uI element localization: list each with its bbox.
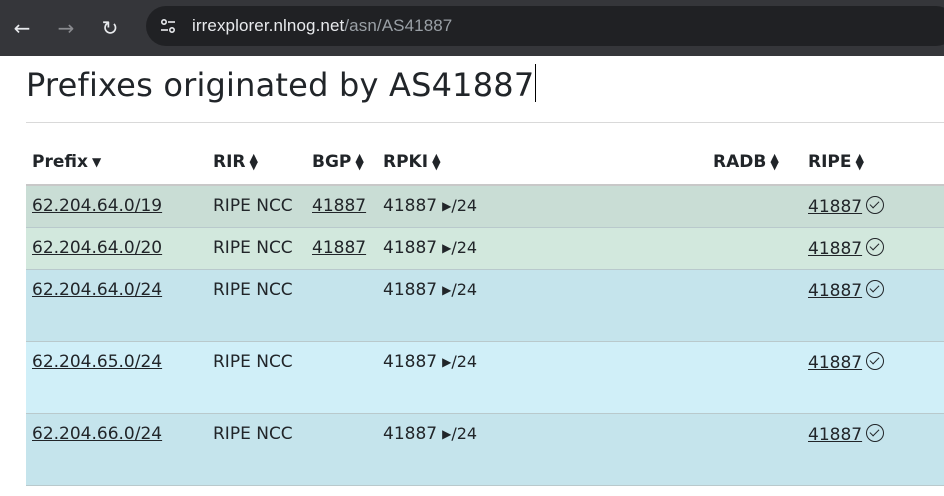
ripe-cell[interactable]: 41887 [808, 424, 885, 445]
rpki-asn: 41887 [383, 280, 438, 300]
check-circle-icon [866, 238, 885, 256]
header-rir[interactable]: RIR ▲ ▼ [213, 152, 258, 172]
header-rpki[interactable]: RPKI ▲ ▼ [383, 152, 441, 172]
expand-arrow-icon[interactable]: ▶ [442, 283, 451, 297]
ripe-link[interactable]: 41887 [808, 197, 862, 217]
ripe-cell[interactable]: 41887 [808, 196, 885, 217]
site-settings-icon[interactable] [154, 12, 182, 40]
rpki-max-length: /24 [451, 196, 478, 215]
rpki-cell[interactable]: 41887 ▶/24 [383, 352, 477, 372]
rpki-asn: 41887 [383, 424, 438, 444]
rir-cell: RIPE NCC [213, 196, 293, 216]
back-arrow-icon: ← [13, 16, 31, 40]
text-cursor [535, 64, 537, 102]
table-row: 62.204.65.0/24 RIPE NCC 41887 ▶/24 41887 [26, 342, 944, 414]
reload-button[interactable]: ↻ [88, 6, 132, 50]
prefix-link[interactable]: 62.204.64.0/24 [32, 280, 162, 300]
check-circle-icon [866, 424, 885, 442]
rir-cell: RIPE NCC [213, 280, 293, 300]
check-circle-icon [866, 280, 885, 298]
rpki-cell[interactable]: 41887 ▶/24 [383, 238, 477, 258]
rpki-max-length: /24 [451, 238, 478, 257]
header-rir-label: RIR [213, 152, 246, 172]
expand-arrow-icon[interactable]: ▶ [442, 241, 451, 255]
sort-icon[interactable]: ▲ ▼ [856, 152, 864, 171]
sort-icon[interactable]: ▲ ▼ [432, 152, 440, 171]
header-radb[interactable]: RADB ▲ ▼ [713, 152, 779, 172]
divider [26, 122, 944, 123]
address-bar[interactable]: irrexplorer.nlnog.net/asn/AS41887 [146, 6, 944, 46]
expand-arrow-icon[interactable]: ▶ [442, 199, 451, 213]
rpki-max-length: /24 [451, 280, 478, 299]
ripe-cell[interactable]: 41887 [808, 280, 885, 301]
header-ripe-label: RIPE [808, 152, 852, 172]
sort-icon[interactable]: ▲ ▼ [770, 152, 778, 171]
reload-icon: ↻ [101, 16, 119, 40]
ripe-link[interactable]: 41887 [808, 281, 862, 301]
rir-cell: RIPE NCC [213, 424, 293, 444]
prefix-link[interactable]: 62.204.64.0/20 [32, 238, 162, 258]
browser-toolbar: ← → ↻ irrexplorer.nlnog.net/asn/AS41887 [0, 0, 944, 56]
rpki-cell[interactable]: 41887 ▶/24 [383, 424, 477, 444]
rpki-asn: 41887 [383, 196, 438, 216]
forward-button[interactable]: → [44, 6, 88, 50]
rpki-max-length: /24 [451, 424, 478, 443]
header-bgp-label: BGP [312, 152, 352, 172]
check-circle-icon [866, 196, 885, 214]
header-ripe[interactable]: RIPE ▲ ▼ [808, 152, 864, 172]
forward-arrow-icon: → [57, 16, 75, 40]
ripe-link[interactable]: 41887 [808, 239, 862, 259]
header-prefix[interactable]: Prefix ▼ [32, 152, 101, 172]
rir-cell: RIPE NCC [213, 238, 293, 258]
ripe-cell[interactable]: 41887 [808, 352, 885, 373]
url-text[interactable]: irrexplorer.nlnog.net/asn/AS41887 [192, 16, 452, 36]
table-row: 62.204.64.0/20 RIPE NCC 41887 41887 ▶/24 4188… [26, 228, 944, 270]
ripe-link[interactable]: 41887 [808, 353, 862, 373]
ripe-cell[interactable]: 41887 [808, 238, 885, 259]
page-title-text: Prefixes originated by AS41887 [26, 66, 535, 104]
page-title: Prefixes originated by AS41887 [26, 64, 537, 104]
bgp-link[interactable]: 41887 [312, 238, 366, 258]
prefix-table: Prefix ▼ RIR ▲ ▼ BGP ▲ ▼ RPKI ▲ ▼ RADB ▲ ▼ R… [26, 142, 944, 486]
prefix-link[interactable]: 62.204.65.0/24 [32, 352, 162, 372]
table-row: 62.204.64.0/24 RIPE NCC 41887 ▶/24 41887 [26, 270, 944, 342]
url-path: /asn/AS41887 [344, 16, 453, 35]
rpki-asn: 41887 [383, 238, 438, 258]
header-rpki-label: RPKI [383, 152, 429, 172]
prefix-link[interactable]: 62.204.64.0/19 [32, 196, 162, 216]
expand-arrow-icon[interactable]: ▶ [442, 427, 451, 441]
expand-arrow-icon[interactable]: ▶ [442, 355, 451, 369]
header-prefix-label: Prefix [32, 152, 88, 172]
url-host: irrexplorer.nlnog.net [192, 16, 345, 35]
rir-cell: RIPE NCC [213, 352, 293, 372]
header-radb-label: RADB [713, 152, 767, 172]
sort-desc-icon[interactable]: ▼ [92, 156, 101, 168]
bgp-link[interactable]: 41887 [312, 196, 366, 216]
rpki-cell[interactable]: 41887 ▶/24 [383, 196, 477, 216]
table-row: 62.204.66.0/24 RIPE NCC 41887 ▶/24 41887 [26, 414, 944, 486]
rpki-asn: 41887 [383, 352, 438, 372]
prefix-link[interactable]: 62.204.66.0/24 [32, 424, 162, 444]
rpki-cell[interactable]: 41887 ▶/24 [383, 280, 477, 300]
sort-icon[interactable]: ▲ ▼ [250, 152, 258, 171]
rpki-max-length: /24 [451, 352, 478, 371]
table-header: Prefix ▼ RIR ▲ ▼ BGP ▲ ▼ RPKI ▲ ▼ RADB ▲ ▼ R… [26, 142, 944, 186]
table-row: 62.204.64.0/19 RIPE NCC 41887 41887 ▶/24 4188… [26, 186, 944, 228]
sort-icon[interactable]: ▲ ▼ [355, 152, 363, 171]
header-bgp[interactable]: BGP ▲ ▼ [312, 152, 364, 172]
back-button[interactable]: ← [0, 6, 44, 50]
check-circle-icon [866, 352, 885, 370]
ripe-link[interactable]: 41887 [808, 425, 862, 445]
table-body: 62.204.64.0/19 RIPE NCC 41887 41887 ▶/24 4188… [26, 186, 944, 486]
